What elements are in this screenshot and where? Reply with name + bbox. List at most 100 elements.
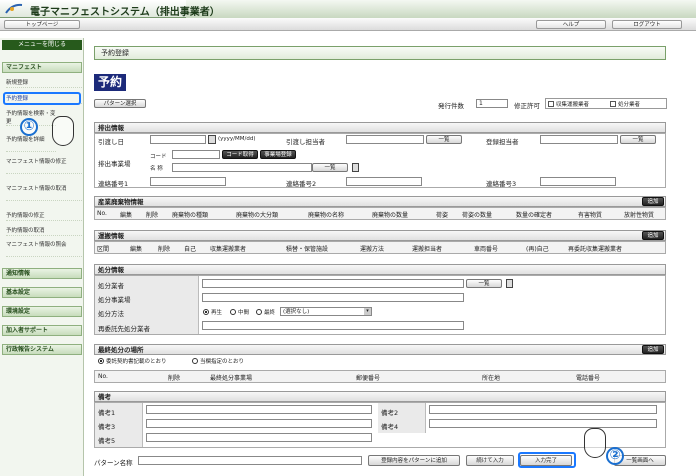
biko3-input[interactable] <box>146 419 372 428</box>
header-band <box>186 0 696 18</box>
code-input[interactable] <box>172 150 220 159</box>
radio-middle[interactable] <box>230 309 236 315</box>
ucol-7: 運搬担当者 <box>412 246 443 253</box>
col-no: No. <box>97 210 107 217</box>
pattern-name-label: パターン名称 <box>94 459 133 467</box>
disposer-checkbox[interactable] <box>610 101 616 107</box>
sidebar-item-new[interactable]: 新規登録 <box>6 79 82 88</box>
main-content: 予約登録 予約 パターン選択 発行件数 1 修正許可 収集運搬業者 処分業者 排… <box>90 38 696 476</box>
radio-middle-label: 中間 <box>238 310 250 316</box>
unpan-add-button[interactable]: 追加 <box>642 231 664 240</box>
page-heading: 予約登録 <box>94 46 666 60</box>
radio-recycle[interactable] <box>203 309 209 315</box>
person-list-button[interactable]: 一覧 <box>426 135 462 144</box>
mouse-icon <box>52 116 74 146</box>
panel-sangyo-header: 産業廃棄物情報 <box>94 196 666 207</box>
sidebar-section-support[interactable]: 加入者サポート <box>2 325 82 336</box>
disposer-detail-icon[interactable] <box>506 279 513 288</box>
contact3-input[interactable] <box>540 177 616 186</box>
help-button[interactable]: ヘルプ <box>536 20 606 29</box>
col-fixer: 数量の確定者 <box>516 212 553 219</box>
biko1-label: 備考1 <box>98 409 116 417</box>
radio-final-label: 最終 <box>264 310 276 316</box>
sidebar-item-detail[interactable]: 予約情報を詳細 <box>6 136 56 152</box>
disposer-list-button[interactable]: 一覧 <box>466 279 502 288</box>
registrar-input[interactable] <box>540 135 618 144</box>
saishu-add-button[interactable]: 追加 <box>642 345 664 354</box>
issue-count-input[interactable]: 1 <box>476 99 508 108</box>
ucol-2: 削除 <box>158 246 171 253</box>
biko4-input[interactable] <box>429 419 657 428</box>
site-list-button[interactable]: 一覧 <box>312 163 348 172</box>
sidebar-section-notice[interactable]: 通知情報 <box>2 268 82 279</box>
ucol-4: 収集運搬業者 <box>210 246 247 253</box>
contact3-label: 連絡番号3 <box>486 180 517 188</box>
col-edit: 編集 <box>120 212 133 219</box>
pattern-name-input[interactable] <box>138 456 362 465</box>
radio-specified[interactable] <box>192 358 198 364</box>
method-select[interactable]: (選択なし) <box>280 307 372 316</box>
scol-4: 所在地 <box>482 375 501 382</box>
continue-button[interactable]: 続けて入力 <box>466 455 514 466</box>
top-page-button[interactable]: トップページ <box>4 20 80 29</box>
person-input[interactable] <box>346 135 424 144</box>
col-del: 削除 <box>146 212 159 219</box>
col-radio: 放射性物質 <box>624 212 655 219</box>
site-name-input[interactable] <box>172 163 312 172</box>
carrier-label: 収集運搬業者 <box>556 102 590 108</box>
add-pattern-button[interactable]: 登録内容をパターンに追加 <box>368 455 460 466</box>
date-label: 引渡し日 <box>98 138 124 146</box>
disposer-label: 処分業者 <box>618 102 641 108</box>
method-row-label: 処分方法 <box>98 310 124 318</box>
biko4-label: 備考4 <box>381 423 399 431</box>
sangyo-add-button[interactable]: 追加 <box>642 197 664 206</box>
sidebar-section-gov[interactable]: 行政報告システム <box>2 344 82 355</box>
sidebar-item-inquiry[interactable]: マニフェスト情報の照会 <box>6 241 82 257</box>
sidebar-item-mod[interactable]: マニフェスト情報の修正 <box>6 158 82 174</box>
contact1-label: 連絡番号1 <box>98 180 129 188</box>
biko3-label: 備考3 <box>98 423 116 431</box>
site-row-label: 処分事業場 <box>98 296 131 304</box>
sidebar-item-cancel[interactable]: マニフェスト情報の取消 <box>6 185 82 201</box>
disposal-site-input[interactable] <box>202 293 464 302</box>
col-name: 廃棄物の名称 <box>308 212 345 219</box>
subdisposer-input[interactable] <box>202 321 464 330</box>
ucol-9: (再)自己 <box>526 246 549 253</box>
contact2-label: 連絡番号2 <box>286 180 317 188</box>
step-2-marker: ② <box>606 447 624 465</box>
col-pack: 荷姿 <box>436 212 449 219</box>
date-hint: (yyyy/MM/dd) <box>218 136 256 142</box>
sidebar-section-basic[interactable]: 基本設定 <box>2 287 82 298</box>
site-name-label: 名 称 <box>150 166 163 172</box>
radio-final[interactable] <box>256 309 262 315</box>
biko1-input[interactable] <box>146 405 372 414</box>
site-label: 排出事業場 <box>98 160 131 168</box>
sidebar-item-rmod[interactable]: 予約情報の修正 <box>6 212 82 221</box>
col-qty: 廃棄物の数量 <box>372 212 409 219</box>
contact2-input[interactable] <box>346 177 422 186</box>
contact1-input[interactable] <box>150 177 226 186</box>
code-get-button[interactable]: コード取得 <box>222 150 258 159</box>
sidebar-item-rcancel[interactable]: 予約情報の取消 <box>6 227 82 236</box>
carrier-checkbox[interactable] <box>548 101 554 107</box>
site-register-button[interactable]: 事業場登録 <box>260 150 296 159</box>
chevron-down-icon[interactable]: ▾ <box>364 308 371 315</box>
ucol-10: 再委託収集運搬業者 <box>568 246 623 253</box>
sidebar-section-manifest[interactable]: マニフェスト <box>2 62 82 73</box>
subdisposer-row-label: 再委託先処分業者 <box>98 325 150 333</box>
biko5-input[interactable] <box>146 433 372 442</box>
registrar-list-button[interactable]: 一覧 <box>620 135 656 144</box>
logout-button[interactable]: ログアウト <box>612 20 682 29</box>
radio-contract[interactable] <box>98 358 104 364</box>
pattern-select-button[interactable]: パターン選択 <box>94 99 146 108</box>
menu-close-button[interactable]: メニューを閉じる <box>2 40 82 50</box>
date-input[interactable] <box>150 135 206 144</box>
biko2-input[interactable] <box>429 405 657 414</box>
sidebar-section-env[interactable]: 環境設定 <box>2 306 82 317</box>
scol-3: 郵便番号 <box>356 375 381 382</box>
site-detail-icon[interactable] <box>352 163 359 172</box>
issue-count-label: 発行件数 <box>438 102 464 110</box>
calendar-icon[interactable] <box>208 135 216 144</box>
col-major: 廃棄物の大分類 <box>236 212 279 219</box>
disposer-input[interactable] <box>202 279 464 288</box>
